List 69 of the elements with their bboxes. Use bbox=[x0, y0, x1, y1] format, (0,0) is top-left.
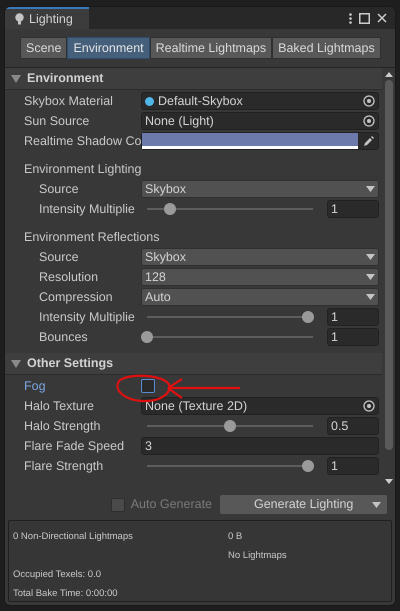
foldout-triangle-icon[interactable] bbox=[11, 360, 21, 368]
foldout-triangle-icon[interactable] bbox=[11, 74, 21, 82]
generate-lighting-button[interactable]: Generate Lighting bbox=[220, 495, 387, 514]
lightmap-note: No Lightmaps bbox=[228, 549, 288, 563]
property-label: Source bbox=[38, 180, 80, 198]
property-label: Intensity Multiplie bbox=[38, 308, 136, 326]
property-label: Flare Strength bbox=[24, 458, 104, 475]
material-icon bbox=[145, 96, 154, 106]
number-field[interactable]: 1 bbox=[327, 200, 379, 218]
object-picker-icon[interactable] bbox=[363, 115, 375, 127]
window-tab[interactable]: Lighting bbox=[5, 7, 89, 29]
dropdown[interactable]: Skybox bbox=[141, 248, 379, 266]
lightmap-count: 0 Non-Directional Lightmaps bbox=[13, 530, 134, 544]
property-label: Compression bbox=[38, 288, 114, 306]
more-options-icon[interactable] bbox=[349, 12, 352, 24]
maximize-icon[interactable] bbox=[359, 12, 370, 24]
property-label: Skybox Material bbox=[24, 92, 114, 110]
color-field[interactable] bbox=[141, 132, 379, 150]
eyedropper-icon[interactable] bbox=[363, 135, 375, 147]
slider-thumb[interactable] bbox=[302, 311, 314, 323]
close-icon[interactable] bbox=[377, 13, 387, 23]
object-field[interactable]: None (Texture 2D) bbox=[141, 397, 379, 415]
fog-checkbox[interactable] bbox=[141, 379, 155, 393]
slider-thumb[interactable] bbox=[302, 460, 314, 472]
dropdown[interactable]: Auto bbox=[141, 288, 379, 306]
dropdown[interactable]: Skybox bbox=[141, 180, 379, 198]
slider-thumb[interactable] bbox=[141, 331, 153, 343]
dropdown-caret-icon bbox=[366, 186, 375, 192]
property-label: Fog bbox=[24, 378, 47, 395]
tab[interactable]: Baked Lightmaps bbox=[272, 37, 381, 59]
dropdown-caret-icon bbox=[366, 294, 375, 300]
scroll-down-icon[interactable] bbox=[384, 479, 392, 484]
section-header[interactable]: Other Settings bbox=[5, 353, 382, 375]
number-field[interactable]: 1 bbox=[327, 328, 379, 346]
property-label: Halo Texture bbox=[24, 398, 95, 415]
object-picker-icon[interactable] bbox=[363, 95, 375, 107]
dropdown[interactable]: 128 bbox=[141, 268, 379, 286]
dropdown-caret-icon bbox=[366, 274, 375, 280]
property-label: Source bbox=[38, 248, 80, 266]
subsection-label: Environment Reflections bbox=[24, 228, 160, 246]
dropdown-caret-icon bbox=[366, 254, 375, 260]
dropdown-caret-icon bbox=[372, 502, 381, 508]
number-field[interactable]: 0.5 bbox=[327, 417, 379, 435]
occupied-texels: Occupied Texels: 0.0 bbox=[13, 568, 102, 582]
number-field[interactable]: 1 bbox=[327, 308, 379, 326]
property-label: Bounces bbox=[38, 328, 89, 346]
scroll-up-icon[interactable] bbox=[384, 72, 392, 77]
property-label: Realtime Shadow Co bbox=[24, 132, 141, 150]
auto-generate-label: Auto Generate bbox=[130, 496, 212, 514]
total-bake-time: Total Bake Time: 0:00:00 bbox=[13, 587, 119, 601]
object-picker-icon[interactable] bbox=[363, 400, 375, 412]
property-label: Intensity Multiplie bbox=[38, 200, 136, 218]
lightmap-size: 0 B bbox=[228, 530, 244, 544]
number-field[interactable]: 1 bbox=[327, 457, 379, 475]
slider-thumb[interactable] bbox=[164, 203, 176, 215]
slider-thumb[interactable] bbox=[224, 420, 236, 432]
object-field[interactable]: None (Light) bbox=[141, 112, 379, 130]
subsection-label: Environment Lighting bbox=[24, 160, 142, 178]
property-label: Resolution bbox=[38, 268, 100, 286]
tab[interactable]: Environment bbox=[67, 37, 150, 59]
property-label: Halo Strength bbox=[24, 418, 102, 435]
lightbulb-icon bbox=[15, 13, 24, 25]
section-header[interactable]: Environment bbox=[5, 68, 382, 90]
property-label: Sun Source bbox=[24, 112, 90, 130]
tab[interactable]: Realtime Lightmaps bbox=[150, 37, 272, 59]
tab[interactable]: Scene bbox=[20, 37, 68, 59]
property-label: Flare Fade Speed bbox=[24, 438, 126, 455]
number-field[interactable]: 3 bbox=[141, 437, 379, 455]
object-field[interactable]: Default-Skybox bbox=[141, 92, 379, 110]
